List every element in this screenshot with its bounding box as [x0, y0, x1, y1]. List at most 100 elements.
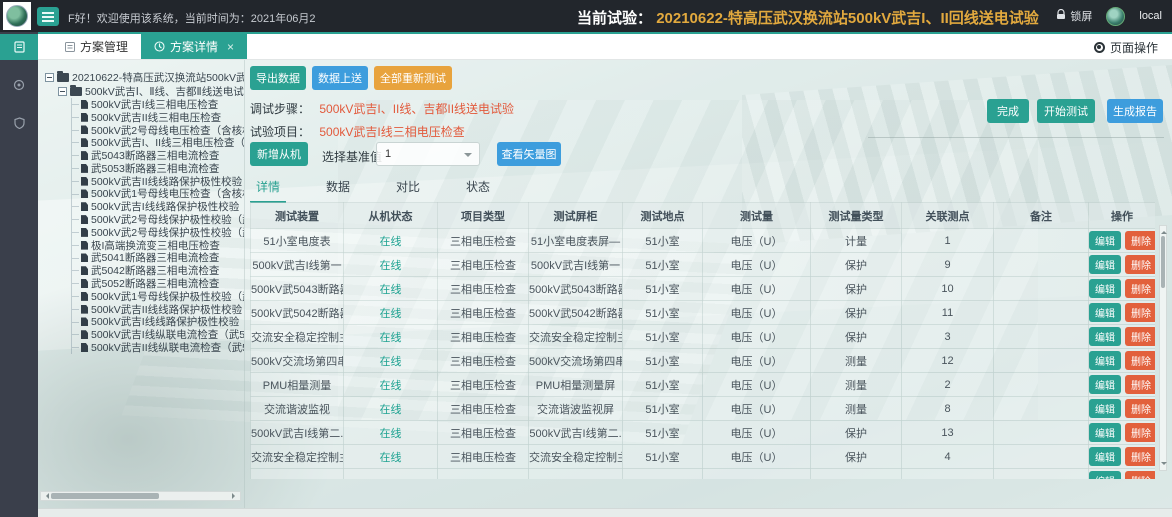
cell-note — [994, 469, 1089, 480]
menu-toggle-button[interactable] — [37, 7, 59, 26]
sidebar-item-security[interactable] — [0, 110, 38, 136]
edit-button[interactable]: 编辑 — [1089, 447, 1121, 466]
delete-button[interactable]: 删除 — [1125, 351, 1155, 370]
cell-quantity: 电压（U） — [703, 349, 811, 373]
delete-button[interactable]: 删除 — [1125, 303, 1155, 322]
sidebar-item-monitor[interactable] — [0, 72, 38, 98]
delete-button[interactable]: 删除 — [1125, 471, 1155, 479]
tree-item[interactable]: 武5053断路器三相电流检查 — [72, 162, 244, 175]
edit-button[interactable]: 编辑 — [1089, 303, 1121, 322]
edit-button[interactable]: 编辑 — [1089, 351, 1121, 370]
tree-item-label: 500kV武吉I线三相电压检查 — [91, 98, 218, 111]
table-row[interactable]: 交流安全稳定控制主在线三相电压检查交流安全稳定控制主.51小室电压（U）保护3编… — [251, 325, 1156, 349]
tab-plan-manage[interactable]: 方案管理 — [52, 34, 141, 59]
cell-quantity: 电压（U） — [703, 229, 811, 253]
cell-quantity — [703, 469, 811, 480]
delete-button[interactable]: 删除 — [1125, 327, 1155, 346]
table-row[interactable]: 500kV武5042断路器在线三相电压检查500kV武5042断路器51小室电压… — [251, 301, 1156, 325]
tree-item[interactable]: 500kV武吉I线纵联电流检查（武5042、武5 — [72, 328, 244, 341]
test-tree-panel: 20210622-特高压武汉换流站500kV武吉I、II回 500kV武吉Ⅰ、Ⅱ… — [38, 60, 245, 508]
scrollbar-thumb[interactable] — [51, 493, 159, 499]
start-test-button[interactable]: 开始测试 — [1037, 99, 1095, 123]
scrollbar-thumb[interactable] — [1161, 236, 1165, 288]
tree-root-node[interactable]: 20210622-特高压武汉换流站500kV武吉I、II回 — [45, 70, 245, 85]
tree-item[interactable]: 武5041断路器三相电流检查 — [72, 252, 244, 265]
tree-item[interactable]: 500kV武吉I线三相电压检查 — [72, 98, 244, 111]
tree-item[interactable]: 500kV武吉I线线路保护极性校验（武504 — [72, 316, 244, 329]
close-icon[interactable]: × — [227, 40, 234, 54]
delete-button[interactable]: 删除 — [1125, 399, 1155, 418]
tree-item[interactable]: 500kV武1号母线电压检查（含核相） — [72, 188, 244, 201]
add-slave-button[interactable]: 新增从机 — [250, 142, 308, 166]
scroll-up-arrow[interactable] — [1161, 228, 1167, 234]
tree-horizontal-scrollbar[interactable] — [40, 491, 241, 501]
delete-button[interactable]: 删除 — [1125, 279, 1155, 298]
table-row[interactable]: 编辑删除 — [251, 469, 1156, 480]
tree-item[interactable]: 500kV武2号母线保护极性校验（武5043. — [72, 213, 244, 226]
table-row[interactable]: 交流安全稳定控制主.在线三相电压检查交流安全稳定控制主.51小室电压（U）保护4… — [251, 445, 1156, 469]
table-row[interactable]: 交流谐波监视在线三相电压检查交流谐波监视屏51小室电压（U）测量8编辑删除 — [251, 397, 1156, 421]
app-logo[interactable] — [3, 2, 31, 30]
finish-button[interactable]: 完成 — [987, 99, 1029, 123]
tree-item[interactable]: 500kV武2号母线电压检查（含核相） — [72, 124, 244, 137]
tab-detail[interactable]: 详情 — [250, 176, 286, 203]
retest-all-button[interactable]: 全部重新测试 — [374, 66, 452, 90]
table-row[interactable]: 500kV武5043断路器在线三相电压检查500kV武5043断路器51小室电压… — [251, 277, 1156, 301]
scroll-down-arrow[interactable] — [1161, 462, 1167, 468]
delete-button[interactable]: 删除 — [1125, 423, 1155, 442]
tree-item[interactable]: 500kV武吉II线线路保护极性校验（武505 — [72, 175, 244, 188]
tab-label: 方案管理 — [80, 38, 128, 55]
page-action-toggle[interactable]: 页面操作 — [1094, 34, 1158, 60]
tree-group-node[interactable]: 500kV武吉Ⅰ、Ⅱ线、吉都Ⅱ线送电试验 — [58, 84, 245, 99]
generate-report-button[interactable]: 生成报告 — [1107, 99, 1163, 123]
collapse-icon[interactable] — [45, 73, 54, 82]
row-actions: 编辑删除 — [1089, 373, 1156, 397]
tree-item[interactable]: 武5042断路器三相电流检查 — [72, 264, 244, 277]
table-row[interactable]: 500kV交流场第四串在线三相电压检查500kV交流场第四串.51小室电压（U）… — [251, 349, 1156, 373]
delete-button[interactable]: 删除 — [1125, 255, 1155, 274]
tab-status[interactable]: 状态 — [460, 176, 496, 203]
tab-compare[interactable]: 对比 — [390, 176, 426, 203]
view-vector-button[interactable]: 查看矢量图 — [497, 142, 561, 166]
collapse-icon[interactable] — [58, 87, 67, 96]
table-row[interactable]: 500kV武吉I线第一在线三相电压检查500kV武吉I线第一51小室电压（U）保… — [251, 253, 1156, 277]
tab-plan-detail[interactable]: 方案详情 × — [141, 34, 247, 59]
edit-button[interactable]: 编辑 — [1089, 399, 1121, 418]
table-row[interactable]: PMU相量测量在线三相电压检查PMU相量测量屏51小室电压（U）测量2编辑删除 — [251, 373, 1156, 397]
tree-item[interactable]: 500kV武1号母线保护极性校验（武5041. — [72, 290, 244, 303]
edit-button[interactable]: 编辑 — [1089, 471, 1121, 479]
sidebar-item-plan[interactable] — [0, 34, 38, 60]
export-data-button[interactable]: 导出数据 — [250, 66, 306, 90]
tab-data[interactable]: 数据 — [320, 176, 356, 203]
table-vertical-scrollbar[interactable] — [1159, 225, 1167, 471]
tree-item[interactable]: 武5052断路器三相电流检查 — [72, 277, 244, 290]
table-row[interactable]: 500kV武吉I线第二.在线三相电压检查500kV武吉I线第二.51小室电压（U… — [251, 421, 1156, 445]
tree-item[interactable]: 极I高端换流变三相电压检查 — [72, 239, 244, 252]
upload-data-button[interactable]: 数据上送 — [312, 66, 368, 90]
delete-button[interactable]: 删除 — [1125, 375, 1155, 394]
edit-button[interactable]: 编辑 — [1089, 375, 1121, 394]
avatar[interactable] — [1106, 7, 1125, 26]
cell-device: 500kV交流场第四串 — [251, 349, 344, 373]
tree-item[interactable]: 500kV武吉I线线路保护极性校验（武504 — [72, 200, 244, 213]
base-value-select[interactable]: 1 — [376, 142, 480, 166]
tree-item[interactable]: 500kV武2号母线保护极性校验（武5043. — [72, 226, 244, 239]
tree-root-label: 20210622-特高压武汉换流站500kV武吉I、II回 — [72, 70, 245, 85]
delete-button[interactable]: 删除 — [1125, 447, 1155, 466]
lock-screen-button[interactable]: 锁屏 — [1056, 8, 1092, 24]
edit-button[interactable]: 编辑 — [1089, 423, 1121, 442]
tree-item[interactable]: 500kV武吉II线线路保护极性校验（武505 — [72, 303, 244, 316]
edit-button[interactable]: 编辑 — [1089, 327, 1121, 346]
scroll-left-arrow[interactable] — [43, 493, 49, 499]
tree-item[interactable]: 500kV武吉II线三相电压检查 — [72, 111, 244, 124]
edit-button[interactable]: 编辑 — [1089, 231, 1121, 250]
tree-item[interactable]: 武5043断路器三相电流检查 — [72, 149, 244, 162]
tree-item[interactable]: 500kV武吉I、II线三相电压检查（核相） — [72, 136, 244, 149]
tree-item[interactable]: 500kV武吉II线纵联电流检查（武5052、武 — [72, 341, 244, 354]
delete-button[interactable]: 删除 — [1125, 231, 1155, 250]
edit-button[interactable]: 编辑 — [1089, 279, 1121, 298]
table-row[interactable]: 51小室电度表在线三相电压检查51小室电度表屏—51小室电压（U）计量1编辑删除 — [251, 229, 1156, 253]
scroll-right-arrow[interactable] — [232, 493, 238, 499]
debug-step-value: 500kV武吉I、II线、吉都II线送电试验 — [319, 102, 514, 116]
edit-button[interactable]: 编辑 — [1089, 255, 1121, 274]
